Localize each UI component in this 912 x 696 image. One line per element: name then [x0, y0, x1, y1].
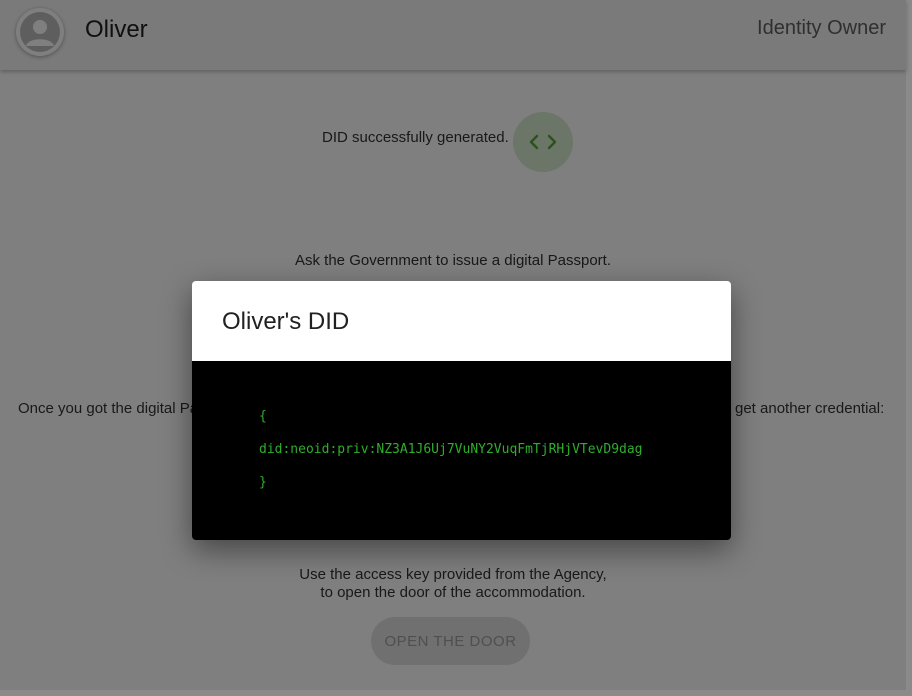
code-brace-open: {: [259, 409, 267, 424]
dialog-header: Oliver's DID: [192, 281, 731, 361]
code-brace-close: }: [259, 475, 267, 490]
did-value: did:neoid:priv:NZ3A1J6Uj7VuNY2VuqFmTjRHj…: [259, 442, 643, 457]
did-code-block: { did:neoid:priv:NZ3A1J6Uj7VuNY2VuqFmTjR…: [192, 361, 731, 540]
did-dialog: Oliver's DID { did:neoid:priv:NZ3A1J6Uj7…: [192, 281, 731, 540]
dialog-title: Oliver's DID: [222, 308, 350, 335]
